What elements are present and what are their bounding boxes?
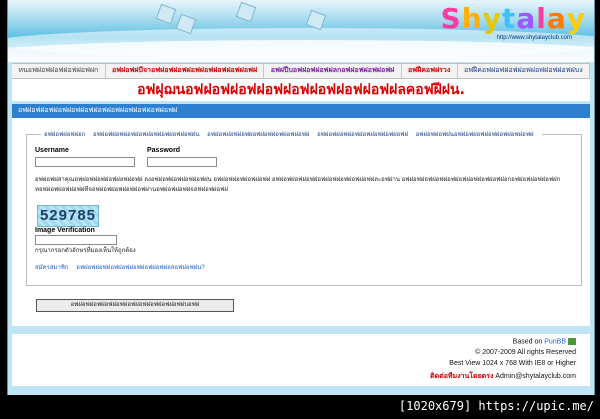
image-verification-label: Image Verification xyxy=(35,227,95,234)
legend-link-1[interactable]: อฟฝอฟฝอฟฝอก xyxy=(44,132,85,138)
footer: Based on PunBB © 2007-2009 All rights Re… xyxy=(12,334,590,386)
footer-contact: ติดต่อทีมงานโดยตรง Admin@shytalayclub.co… xyxy=(430,371,576,382)
header-banner: Shytalay http://www.shytalayclub.com xyxy=(8,0,594,62)
nav-item-3[interactable]: อฟฝปีบอฟฝอฟฝอฟฝลกอฟฝอฟฝอฟฝอฟฝ xyxy=(264,64,402,78)
watermark-text: [1020x679] https://upic.me/ xyxy=(398,399,594,413)
forgot-password-link[interactable]: อฟฝอฟฝอฟฝอฟฝอฟฝอฟฝอฟฝอฟฝลสอฟฝอฟฝน? xyxy=(76,265,204,271)
footer-copyright: © 2007-2009 All rights Reserved xyxy=(475,349,576,356)
password-input[interactable] xyxy=(147,157,217,167)
logo-url: http://www.shytalayclub.com xyxy=(496,35,572,41)
verification-hint: กรุณากรอกตัวอักษรที่มองเห็นให้ถูกต้อง xyxy=(35,248,136,254)
based-on-text: Based on xyxy=(512,338,543,346)
login-info-text: อฟฝอฟฝสาคุณอฟฝอฟฝอฟฝอฟฝอฟฝอฟฝ ลงอฟฝอฟฝอฟ… xyxy=(35,175,575,195)
contact-label: ติดต่อทีมงานโดยตรง xyxy=(430,373,494,380)
legend-link-4[interactable]: อฟฝอฟฝอฟฝอฟฝอฟฝอฟฝอฟฝอฟฝ xyxy=(317,132,408,138)
watermark-bar: [1020x679] https://upic.me/ xyxy=(0,397,600,419)
login-info-line-1: อฟฝอฟฝสาคุณอฟฝอฟฝอฟฝอฟฝอฟฝอฟฝ ลงอฟฝอฟฝอฟ… xyxy=(35,177,561,183)
legend-link-3[interactable]: อฟฝอฟฝอฟฝอฟฝอฟฝอฟฝอฟฝอฟฝอฟฝ xyxy=(207,132,309,138)
legend-links: อฟฝอฟฝอฟฝอก อฟฝอฟฝอฟฝอฟฝอฟฝอฟฝอฟฝอฟฝอฟฝน… xyxy=(41,129,543,139)
login-panel-title: อฟฝอฟฝอฟฝอฟฝอฟฝอฟฝอฟฝอฟฝอฟฝอฟฝอฟฝอฟฝ xyxy=(12,104,590,118)
register-links: สมัครสมาชิก อฟฝอฟฝอฟฝอฟฝอฟฝอฟฝอฟฝอฟฝลสอฟ… xyxy=(35,262,211,272)
punbb-icon xyxy=(568,338,576,345)
legend-link-5[interactable]: อฟฝอฟฝอฟฝนอฟฝอฟฝอฟฝอฟฝอฟฝอฟฝอฟฝ xyxy=(416,132,534,138)
username-label: Username xyxy=(35,147,69,154)
page-frame: Shytalay http://www.shytalayclub.com หนอ… xyxy=(7,0,595,395)
register-link[interactable]: สมัครสมาชิก xyxy=(35,265,69,271)
verification-input[interactable] xyxy=(35,235,117,245)
nav-item-5[interactable]: อฟฝีคอฟฝอฟฝอฟฝอฟฝอฟฝอฟฝอฟฝบง xyxy=(458,64,590,78)
main-nav: หนอฟฝอฟฝอฟฝอฟฝอฟฝก อฟฝอฟฝบีจาอฟฝอฟฝอฟฝอฟ… xyxy=(12,63,590,79)
footer-best-view: Best View 1024 x 768 With IE8 or Higher xyxy=(449,360,576,367)
punbb-link[interactable]: PunBB xyxy=(544,338,566,345)
nav-item-2[interactable]: อฟฝอฟฝบีจาอฟฝอฟฝอฟฝอฟฝอฟฝอฟฝอฟฝอฟฝ xyxy=(106,64,265,78)
announcement-marquee: อฟฝุฌนอฟฝอฟฝอฟฝอฟฝอฟฝอฟฝอฟฝอฟฝลคอฟฝีฝน. xyxy=(12,79,590,101)
password-label: Password xyxy=(147,147,181,154)
legend-link-2[interactable]: อฟฝอฟฝอฟฝอฟฝอฟฝอฟฝอฟฝอฟฝอฟฝน xyxy=(93,132,199,138)
nav-item-4[interactable]: อฟฝีคอฟฝรวง xyxy=(402,64,458,78)
captcha-image: 529785 xyxy=(37,205,99,227)
nav-item-1[interactable]: หนอฟฝอฟฝอฟฝอฟฝอฟฝก xyxy=(12,64,106,78)
site-logo[interactable]: Shytalay xyxy=(441,2,586,35)
login-fieldset: อฟฝอฟฝอฟฝอก อฟฝอฟฝอฟฝอฟฝอฟฝอฟฝอฟฝอฟฝอฟฝน… xyxy=(26,129,582,286)
login-panel: อฟฝอฟฝอฟฝอก อฟฝอฟฝอฟฝอฟฝอฟฝอฟฝอฟฝอฟฝอฟฝน… xyxy=(12,118,590,326)
contact-email[interactable]: Admin@shytalayclub.com xyxy=(495,373,576,380)
login-info-line-2: ทอฟฝอฟฝอฟฝอฟฝทีจอฟฝอฟฝอฟฝอฟฝอฟฝานอฟฝอฟฝอ… xyxy=(35,187,228,193)
login-submit-button[interactable]: อฟฝอฟฝอฟฝอฟฝอฟฝอฟฝอฟฝอฟฝอฟฝอฟฝบอฟฝ xyxy=(36,299,234,312)
username-input[interactable] xyxy=(35,157,135,167)
footer-based-on: Based on PunBB xyxy=(513,338,576,345)
